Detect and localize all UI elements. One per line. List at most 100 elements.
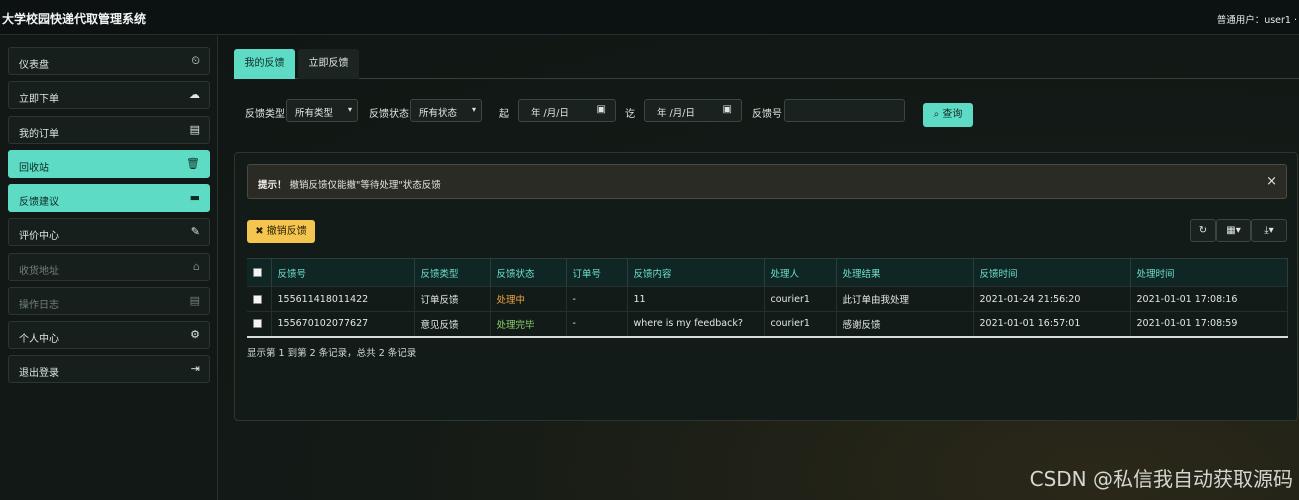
- sidebar-item-my-orders[interactable]: 我的订单 ▤: [8, 116, 210, 144]
- table-cell: 感谢反馈: [836, 311, 974, 338]
- type-filter-select[interactable]: 所有类型 ▾: [286, 99, 358, 122]
- user-menu[interactable]: 普通用户：user1 ·: [1217, 12, 1297, 26]
- sidebar-item-reviews[interactable]: 评价中心 ✎: [8, 218, 210, 246]
- feedback-panel: 提示！ 撤销反馈仅能撤"等待处理"状态反馈 × ✖ 撤销反馈 ↻ ▦▾ ⤓▾ 反…: [234, 152, 1298, 421]
- table-cell: 2021-01-01 17:08:16: [1130, 286, 1288, 312]
- feedback-table: 反馈号 反馈类型 反馈状态 订单号 反馈内容 处理人 处理结果 反馈时间 处理时…: [247, 258, 1288, 338]
- type-filter-value: 所有类型: [295, 108, 334, 119]
- column-header[interactable]: 处理人: [764, 258, 837, 287]
- export-button[interactable]: ⤓▾: [1251, 219, 1287, 242]
- status-filter-value: 所有状态: [419, 108, 458, 119]
- column-header[interactable]: 处理结果: [836, 258, 974, 287]
- alert-message: 撤销反馈仅能撤"等待处理"状态反馈: [286, 180, 441, 191]
- dashboard-icon: ⏲: [191, 54, 200, 67]
- column-header[interactable]: 反馈时间: [973, 258, 1131, 287]
- sidebar-item-label: 操作日志: [19, 300, 59, 311]
- sidebar-item-label: 收货地址: [19, 266, 59, 277]
- sidebar-item-label: 立即下单: [19, 94, 59, 105]
- column-header[interactable]: 反馈类型: [414, 258, 491, 287]
- to-date-input[interactable]: 年 /月/日 ▣: [644, 99, 742, 122]
- sidebar-item-label: 回收站: [19, 163, 49, 174]
- feedback-id-input[interactable]: [784, 99, 905, 122]
- table-cell: 11: [627, 286, 765, 312]
- sidebar-item-feedback[interactable]: 反馈建议 ▬: [8, 184, 210, 212]
- close-icon[interactable]: ×: [1266, 174, 1277, 189]
- column-header[interactable]: 反馈号: [271, 258, 415, 287]
- sidebar-item-logout[interactable]: 退出登录 ⇥: [8, 355, 210, 383]
- table-row[interactable]: 155670102077627 意见反馈 处理完毕 - where is my …: [247, 311, 1288, 338]
- edit-icon: ✎: [190, 225, 200, 238]
- column-header[interactable]: 反馈内容: [627, 258, 765, 287]
- table-cell: 2021-01-01 17:08:59: [1130, 311, 1288, 338]
- table-row[interactable]: 155611418011422 订单反馈 处理中 - 11 courier1 此…: [247, 286, 1288, 312]
- cloud-upload-icon: ☁: [189, 88, 200, 101]
- main-content: 我的反馈 立即反馈 反馈类型 所有类型 ▾ 反馈状态 所有状态 ▾ 起 年 /月…: [220, 36, 1299, 500]
- table-cell: -: [566, 311, 628, 338]
- from-date-value: 年 /月/日: [531, 108, 569, 119]
- table-cell: 155670102077627: [271, 311, 415, 338]
- sidebar-item-label: 退出登录: [19, 368, 59, 379]
- top-navbar: 大学校园快递代取管理系统 普通用户：user1 ·: [0, 0, 1299, 35]
- sidebar-item-label: 反馈建议: [19, 197, 59, 208]
- pagination-info: 显示第 1 到第 2 条记录，总共 2 条记录: [247, 348, 417, 359]
- sidebar-item-operation-log[interactable]: 操作日志 ▤: [8, 287, 210, 315]
- sidebar-item-recycle-bin[interactable]: 回收站 🗑: [8, 150, 210, 178]
- to-date-value: 年 /月/日: [657, 108, 695, 119]
- column-header[interactable]: 处理时间: [1130, 258, 1288, 287]
- row-checkbox[interactable]: [247, 311, 272, 338]
- status-filter-select[interactable]: 所有状态 ▾: [410, 99, 482, 122]
- column-header[interactable]: 订单号: [566, 258, 628, 287]
- table-cell: courier1: [764, 311, 837, 338]
- table-cell: 155611418011422: [271, 286, 415, 312]
- close-icon: ✖: [255, 226, 264, 237]
- column-header[interactable]: 反馈状态: [490, 258, 567, 287]
- table-cell: courier1: [764, 286, 837, 312]
- sidebar-item-address[interactable]: 收货地址 ⌂: [8, 253, 210, 281]
- app-title: 大学校园快递代取管理系统: [2, 12, 147, 26]
- table-cell: 意见反馈: [414, 311, 491, 338]
- watermark: CSDN @私信我自动获取源码: [1029, 467, 1293, 491]
- sidebar-item-label: 评价中心: [19, 231, 59, 242]
- tab-submit-feedback[interactable]: 立即反馈: [298, 49, 359, 79]
- chevron-down-icon: ▾: [347, 105, 352, 114]
- sidebar-item-label: 个人中心: [19, 334, 59, 345]
- columns-button[interactable]: ▦▾: [1216, 219, 1251, 242]
- table-cell: 2021-01-01 16:57:01: [973, 311, 1131, 338]
- row-checkbox[interactable]: [247, 286, 272, 312]
- home-icon: ⌂: [193, 260, 200, 273]
- chevron-down-icon: ▾: [471, 105, 476, 114]
- query-button[interactable]: ⌕ 查询: [923, 103, 973, 127]
- sidebar-item-place-order[interactable]: 立即下单 ☁: [8, 81, 210, 109]
- trash-icon: 🗑: [186, 157, 200, 170]
- table-cell: 2021-01-24 21:56:20: [973, 286, 1131, 312]
- tab-my-feedback[interactable]: 我的反馈: [234, 49, 295, 79]
- status-cell: 处理中: [490, 286, 567, 312]
- table-cell: 此订单由我处理: [836, 286, 974, 312]
- table-cell: where is my feedback?: [627, 311, 765, 338]
- feedback-id-label: 反馈号: [752, 109, 782, 120]
- calendar-icon[interactable]: ▣: [723, 104, 732, 115]
- refresh-icon: ↻: [1198, 225, 1208, 236]
- table-header-row: 反馈号 反馈类型 反馈状态 订单号 反馈内容 处理人 处理结果 反馈时间 处理时…: [247, 258, 1288, 287]
- to-date-label: 讫: [625, 109, 635, 120]
- notice-alert: 提示！ 撤销反馈仅能撤"等待处理"状态反馈 ×: [247, 164, 1287, 199]
- sidebar-item-label: 仪表盘: [19, 60, 49, 71]
- from-date-input[interactable]: 年 /月/日 ▣: [518, 99, 616, 122]
- from-date-label: 起: [499, 109, 509, 120]
- sidebar-item-profile[interactable]: 个人中心 ⚙: [8, 321, 210, 349]
- sidebar: 仪表盘 ⏲ 立即下单 ☁ 我的订单 ▤ 回收站 🗑 反馈建议 ▬ 评价中心 ✎ …: [0, 36, 218, 500]
- status-cell: 处理完毕: [490, 311, 567, 338]
- calendar-icon[interactable]: ▣: [597, 104, 606, 115]
- sidebar-item-dashboard[interactable]: 仪表盘 ⏲: [8, 47, 210, 75]
- alert-prefix: 提示！: [258, 180, 287, 191]
- filter-bar: 反馈类型 所有类型 ▾ 反馈状态 所有状态 ▾ 起 年 /月/日 ▣ 讫 年 /…: [234, 91, 1299, 131]
- list-icon: ▤: [189, 123, 200, 136]
- alert-text: 提示！ 撤销反馈仅能撤"等待处理"状态反馈: [258, 177, 441, 191]
- gear-icon: ⚙: [190, 328, 200, 341]
- columns-icon: ▦▾: [1226, 225, 1241, 236]
- query-button-label: 查询: [942, 109, 963, 120]
- revoke-feedback-button[interactable]: ✖ 撤销反馈: [247, 220, 315, 243]
- refresh-button[interactable]: ↻: [1190, 219, 1216, 242]
- select-all-checkbox[interactable]: [247, 258, 272, 287]
- table-cell: 订单反馈: [414, 286, 491, 312]
